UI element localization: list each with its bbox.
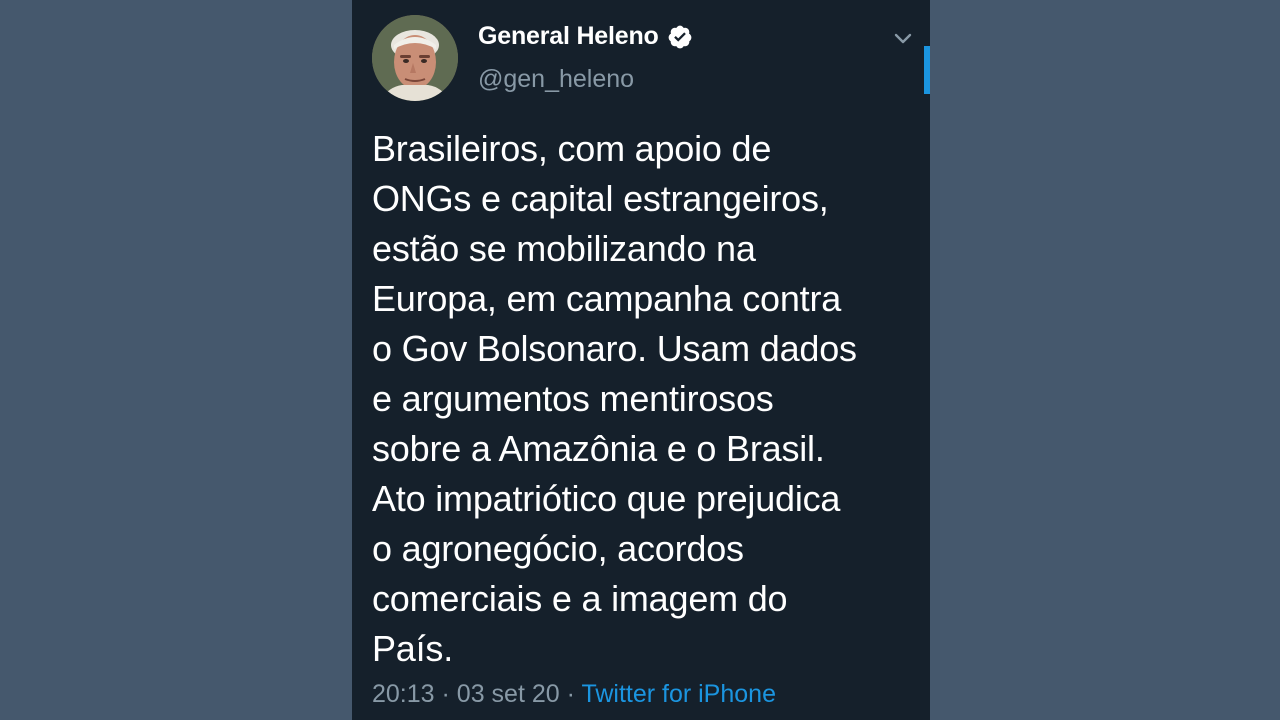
tweet-text: Brasileiros, com apoio de ONGs e capital… bbox=[372, 128, 857, 669]
tweet-card: General Heleno @gen_heleno Brasileiros, … bbox=[352, 0, 930, 720]
tweet-metadata: 20:13 · 03 set 20 · Twitter for iPhone bbox=[372, 680, 776, 709]
tweet-source-link[interactable]: Twitter for iPhone bbox=[581, 680, 776, 708]
verified-badge-icon bbox=[667, 24, 693, 50]
author-handle[interactable]: @gen_heleno bbox=[478, 65, 634, 94]
avatar[interactable] bbox=[372, 15, 458, 101]
author-name-row: General Heleno bbox=[478, 22, 693, 51]
chevron-down-icon[interactable] bbox=[890, 26, 916, 52]
author-display-name[interactable]: General Heleno bbox=[478, 22, 659, 51]
scrollbar-thumb[interactable] bbox=[924, 46, 930, 94]
tweet-time: 20:13 bbox=[372, 680, 435, 708]
meta-separator: · bbox=[441, 680, 450, 708]
tweet-date: 03 set 20 bbox=[456, 680, 560, 708]
avatar-portrait-icon bbox=[372, 15, 458, 101]
meta-separator: · bbox=[566, 680, 575, 708]
